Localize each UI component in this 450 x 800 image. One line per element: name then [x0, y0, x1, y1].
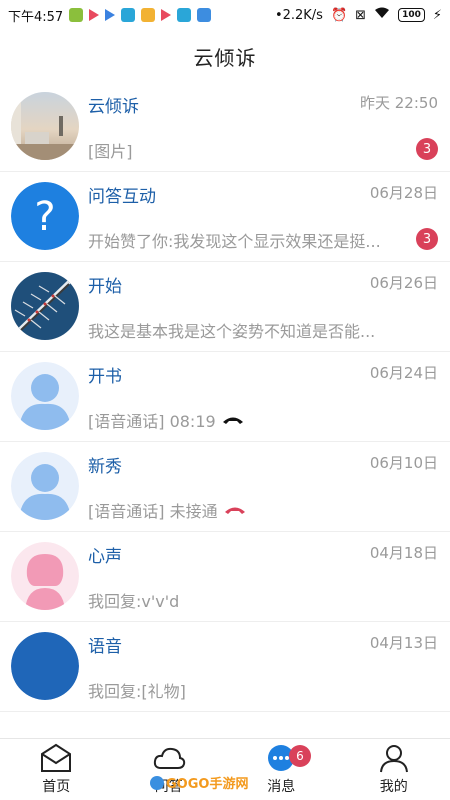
tab-label: 我的 — [379, 779, 408, 795]
conversation-time: 04月13日 — [369, 634, 438, 652]
preview-text: [语音通话] 未接通 — [88, 502, 218, 521]
photo-rowing-image — [11, 272, 79, 340]
net-speed: •2.2K/s — [274, 7, 323, 23]
solid-blue-avatar-image — [11, 632, 79, 700]
tab-label: 首页 — [42, 779, 71, 795]
app-icon — [197, 8, 212, 22]
conversation-preview: 我回复:[礼物] — [88, 678, 398, 702]
svg-text:?: ? — [34, 194, 55, 240]
default-user-icon — [11, 452, 79, 520]
play-icon — [105, 9, 116, 21]
app-header: 云倾诉 — [0, 30, 450, 82]
conversation-preview: 开始赞了你:我发现这个显示效果还是挺... — [88, 228, 398, 252]
charging-icon: ⚡ — [432, 7, 442, 23]
preview-text: 我回复:[礼物] — [88, 682, 186, 701]
conversation-name: 云倾诉 — [88, 97, 139, 117]
conversation-item[interactable]: 开书 06月24日 [语音通话] 08:19 — [0, 352, 450, 442]
avatar[interactable] — [11, 92, 79, 160]
conversation-preview: [语音通话] 08:19 — [88, 408, 398, 432]
conversation-name: 新秀 — [88, 457, 122, 477]
conversation-preview: [图片] — [88, 138, 398, 162]
home-mail-icon — [41, 743, 72, 772]
avatar[interactable] — [11, 542, 79, 610]
conversation-item[interactable]: 新秀 06月10日 [语音通话] 未接通 — [0, 442, 450, 532]
wifi-icon — [374, 7, 390, 23]
avatar[interactable] — [11, 362, 79, 430]
conversation-time: 06月26日 — [369, 274, 438, 292]
conversation-name: 开书 — [88, 367, 122, 387]
preview-text: [图片] — [88, 142, 133, 161]
tab-home[interactable]: 首页 — [0, 739, 113, 800]
alarm-icon: ⏰ — [330, 7, 348, 23]
preview-text: 开始赞了你:我发现这个显示效果还是挺... — [88, 232, 381, 251]
conversation-preview: 我回复:v'v'd — [88, 588, 398, 612]
conversation-name: 心声 — [88, 547, 122, 567]
conversation-time: 06月28日 — [369, 184, 438, 202]
default-user-icon — [11, 362, 79, 430]
android-icon — [69, 8, 84, 22]
watermark-text: GOGO手游网 — [166, 777, 249, 792]
phone-icon — [222, 417, 243, 424]
person-icon — [379, 745, 408, 773]
tab-label: 消息 — [267, 779, 296, 795]
preview-text: [语音通话] 08:19 — [88, 412, 216, 431]
cloud-icon — [153, 747, 185, 769]
watermark-logo-icon — [150, 775, 164, 790]
avatar[interactable] — [11, 632, 79, 700]
avatar[interactable] — [11, 272, 79, 340]
unread-badge: 3 — [416, 228, 438, 250]
game-icon — [141, 8, 156, 22]
status-time: 下午4:57 — [8, 9, 64, 25]
conversation-list: 云倾诉 昨天 22:50 [图片] 3 ? 问答互动 06月28日 开始赞了你:… — [0, 82, 450, 712]
preview-text: 我回复:v'v'd — [88, 592, 180, 611]
missed-call-icon — [224, 507, 245, 514]
watermark: GOGO手游网 — [150, 773, 248, 792]
conversation-item[interactable]: 云倾诉 昨天 22:50 [图片] 3 — [0, 82, 450, 172]
conversation-item[interactable]: 开始 06月26日 我这是基本我是这个姿势不知道是否能... — [0, 262, 450, 352]
play-icon — [161, 9, 172, 21]
avatar[interactable] — [11, 452, 79, 520]
play-icon — [89, 9, 100, 21]
avatar[interactable]: ? — [11, 182, 79, 250]
app-icon — [177, 8, 192, 22]
status-notification-icons — [69, 8, 212, 22]
conversation-preview: 我这是基本我是这个姿势不知道是否能... — [88, 318, 398, 342]
tab-unread-badge: 6 — [289, 745, 311, 767]
question-mark-icon: ? — [11, 182, 79, 250]
conversation-name: 开始 — [88, 277, 122, 297]
tab-mine[interactable]: 我的 — [338, 739, 450, 800]
conversation-time: 04月18日 — [369, 544, 438, 562]
conversation-time: 06月10日 — [369, 454, 438, 472]
conversation-time: 昨天 22:50 — [360, 94, 438, 112]
status-right: •2.2K/s ⏰ ⊠ 100 ⚡ — [275, 7, 442, 23]
battery-icon: 100 — [398, 8, 425, 22]
conversation-item[interactable]: ? 问答互动 06月28日 开始赞了你:我发现这个显示效果还是挺... 3 — [0, 172, 450, 262]
conversation-preview: [语音通话] 未接通 — [88, 498, 398, 522]
conversation-item[interactable]: 心声 04月18日 我回复:v'v'd — [0, 532, 450, 622]
sim-icon: ⊠ — [355, 7, 367, 23]
conversation-item[interactable]: 语音 04月13日 我回复:[礼物] — [0, 622, 450, 712]
status-bar: 下午4:57 •2.2K/s ⏰ ⊠ 100 ⚡ — [0, 0, 450, 30]
conversation-time: 06月24日 — [369, 364, 438, 382]
photo-window-image — [11, 92, 79, 160]
app-icon — [121, 8, 136, 22]
page-title: 云倾诉 — [193, 45, 257, 70]
default-user-female-icon — [11, 542, 79, 610]
bottom-tab-bar: 首页 问答 消息 6 我的 GOGO手游网 — [0, 738, 450, 800]
preview-text: 我这是基本我是这个姿势不知道是否能... — [88, 322, 376, 341]
unread-badge: 3 — [416, 138, 438, 160]
conversation-name: 语音 — [88, 637, 122, 657]
conversation-name: 问答互动 — [88, 187, 156, 207]
